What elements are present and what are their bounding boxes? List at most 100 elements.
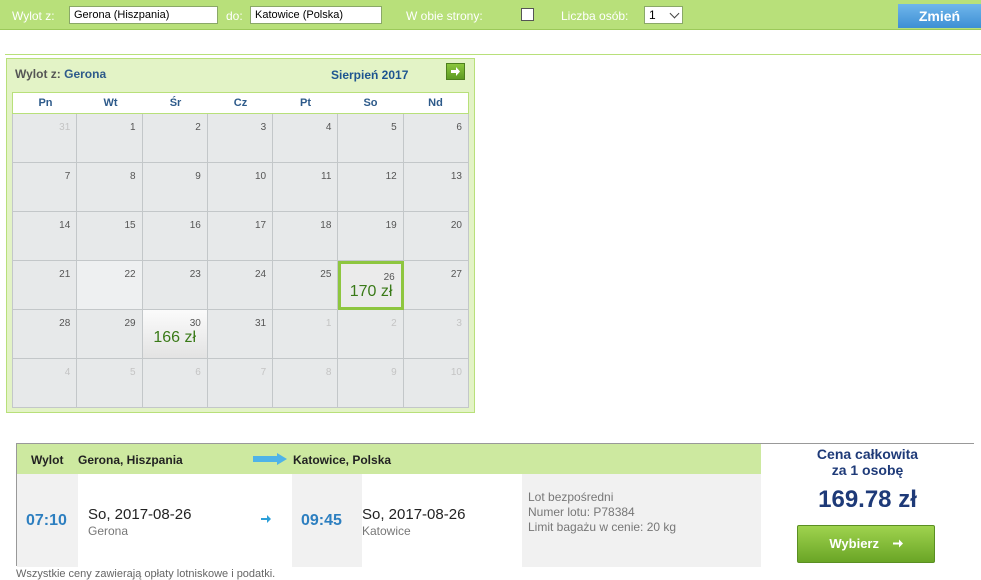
flight-body: 07:10 So, 2017-08-26 Gerona 09:45 So, 20… <box>17 474 761 567</box>
to-input[interactable]: Katowice (Polska) <box>250 6 382 24</box>
day-number: 2 <box>391 318 397 329</box>
calendar-day: 20 <box>403 212 469 261</box>
persons-select[interactable]: 1 <box>644 6 683 24</box>
calendar-day: 13 <box>403 163 469 212</box>
flight-from-place: Gerona, Hiszpania <box>78 453 183 467</box>
calendar-day: 28 <box>12 310 78 359</box>
day-number: 5 <box>391 122 397 133</box>
persons-value: 1 <box>649 8 656 22</box>
day-number: 20 <box>450 220 462 231</box>
calendar-day: 27 <box>403 261 469 310</box>
day-number: 3 <box>456 318 462 329</box>
calendar-day: 8 <box>77 163 143 212</box>
day-number: 13 <box>450 171 462 182</box>
calendar-week: 14 15 16 17 18 19 20 <box>12 212 469 261</box>
flight-info-baggage: Limit bagażu w cenie: 20 kg <box>528 520 677 534</box>
day-number: 25 <box>320 269 332 280</box>
calendar-from: Wylot z: Gerona <box>15 67 106 81</box>
price-title: Cena całkowita za 1 osobę <box>761 446 974 478</box>
day-number: 2 <box>195 122 201 133</box>
from-input[interactable]: Gerona (Hiszpania) <box>69 6 218 24</box>
calendar-day: 14 <box>12 212 78 261</box>
calendar-day: 8 <box>273 359 339 408</box>
day-number: 6 <box>456 122 462 133</box>
day-number: 4 <box>64 367 71 378</box>
day-number: 10 <box>255 171 267 182</box>
day-number: 8 <box>325 367 332 378</box>
calendar-day: 10 <box>403 359 469 408</box>
calendar-day: 9 <box>338 359 404 408</box>
day-number: 15 <box>124 220 136 231</box>
calendar-day: 29 <box>77 310 143 359</box>
day-number: 5 <box>130 367 136 378</box>
day-number: 12 <box>385 171 397 182</box>
change-button[interactable]: Zmień <box>898 4 981 28</box>
calendar-day: 11 <box>273 163 339 212</box>
flight-to-place: Katowice, Polska <box>293 453 392 467</box>
next-month-button[interactable] <box>446 63 465 80</box>
day-number: 11 <box>321 171 332 182</box>
calendar-day: 7 <box>207 359 274 408</box>
day-number: 1 <box>130 122 136 133</box>
price-total: 169.78 zł <box>818 486 917 513</box>
calendar-day: 10 <box>207 163 274 212</box>
weekday-header: Pn Wt Śr Cz Pt So Nd <box>12 92 469 114</box>
day-number: 31 <box>59 122 71 133</box>
calendar-day: 19 <box>338 212 404 261</box>
calendar-day: 24 <box>207 261 274 310</box>
roundtrip-label: W obie strony: <box>406 9 483 23</box>
day-number: 18 <box>320 220 332 231</box>
persons-label: Liczba osób: <box>561 9 629 23</box>
calendar-day: 2 <box>338 310 404 359</box>
arrival-date: So, 2017-08-26 <box>362 506 466 523</box>
calendar-week: 31 1 2 3 4 5 6 <box>12 114 469 163</box>
calendar-day: 31 <box>207 310 274 359</box>
arrow-right-icon <box>451 67 460 76</box>
calendar-day-priced[interactable]: 26 170 zł <box>338 261 404 310</box>
calendar-day: 21 <box>12 261 78 310</box>
day-number: 14 <box>59 220 71 231</box>
day-number: 30 <box>189 318 201 329</box>
price-title-line1: Cena całkowita <box>816 446 919 462</box>
select-button-label: Wybierz <box>829 536 879 551</box>
day-price: 170 zł <box>349 283 393 300</box>
day-number: 17 <box>255 220 267 231</box>
calendar-day: 22 <box>77 261 143 310</box>
calendar-weeks: 31 1 2 3 4 5 6 7 8 9 10 11 12 13 14 15 16 17 18 19 20 21 22 23 2… <box>12 114 469 408</box>
weekday-label: So <box>363 97 378 109</box>
day-number: 22 <box>124 269 136 280</box>
day-price: 166 zł <box>153 329 197 346</box>
price-title-line2: za 1 osobę <box>831 462 904 478</box>
roundtrip-checkbox[interactable] <box>521 8 534 21</box>
flight-header: Wylot Gerona, Hiszpania Katowice, Polska <box>17 444 761 474</box>
calendar-day: 1 <box>77 114 143 163</box>
arrow-right-icon <box>892 539 903 548</box>
day-number: 23 <box>189 269 201 280</box>
day-number: 24 <box>255 269 267 280</box>
day-number: 26 <box>383 272 395 283</box>
calendar-day: 7 <box>12 163 78 212</box>
day-number: 3 <box>260 122 267 133</box>
calendar-day: 6 <box>403 114 469 163</box>
calendar-day: 25 <box>273 261 339 310</box>
weekday-label: Wt <box>103 97 118 109</box>
calendar-day: 23 <box>142 261 208 310</box>
calendar-from-label: Wylot z: <box>15 67 61 81</box>
calendar-day: 5 <box>338 114 404 163</box>
calendar-day-priced[interactable]: 30 166 zł <box>142 310 208 359</box>
arrival-time: 09:45 <box>301 512 342 529</box>
calendar-week: 28 29 30 166 zł 31 1 2 3 <box>12 310 469 359</box>
day-number: 1 <box>325 318 332 329</box>
calendar: Wylot z: Gerona Sierpień 2017 Pn Wt Śr Cz Pt… <box>6 58 475 413</box>
arrow-right-icon <box>261 515 271 523</box>
calendar-day: 1 <box>273 310 339 359</box>
calendar-day: 17 <box>207 212 274 261</box>
calendar-day: 15 <box>77 212 143 261</box>
select-button[interactable]: Wybierz <box>797 525 935 563</box>
weekday-label: Cz <box>233 97 248 109</box>
day-number: 9 <box>195 171 201 182</box>
from-label: Wylot z: <box>12 9 55 23</box>
day-number: 27 <box>450 269 462 280</box>
day-number: 21 <box>59 269 71 280</box>
flight-header-label: Wylot <box>31 453 64 467</box>
